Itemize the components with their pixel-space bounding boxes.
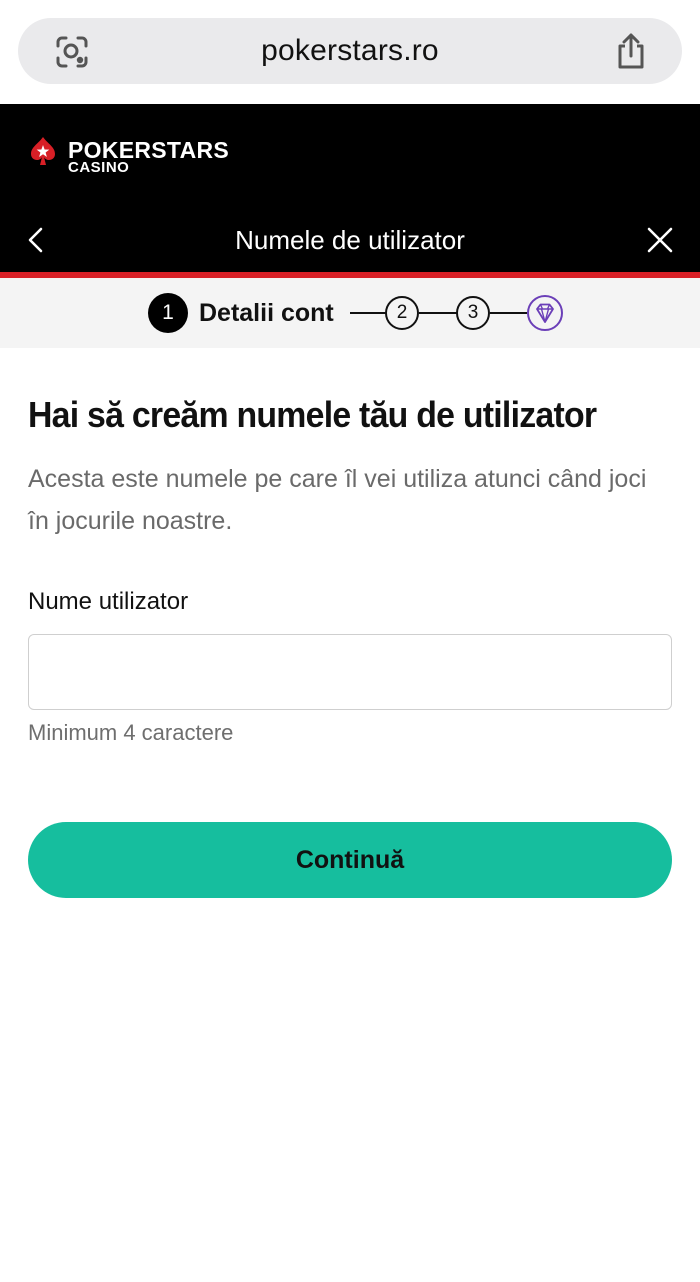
url-text[interactable]: pokerstars.ro [18, 18, 682, 84]
form-heading: Hai să creăm numele tău de utilizator [28, 394, 597, 435]
step-1-indicator: 1 [148, 293, 188, 333]
step-connector [419, 312, 457, 314]
step-2-indicator: 2 [385, 296, 419, 330]
site-header: POKERSTARS CASINO Numele de utilizator [0, 104, 700, 272]
username-label: Nume utilizator [28, 588, 189, 615]
continue-button[interactable]: Continuă [28, 822, 672, 898]
close-icon[interactable] [646, 226, 674, 254]
spade-star-logo-icon [31, 137, 55, 165]
progress-stepper: 1 Detalii cont 2 3 [0, 278, 700, 348]
step-1-label: Detalii cont [199, 299, 334, 327]
address-bar[interactable]: pokerstars.ro [18, 18, 682, 84]
browser-bar: pokerstars.ro [0, 0, 700, 104]
form-description: Acesta este numele pe care îl vei utiliz… [28, 465, 647, 535]
page: pokerstars.ro POKERSTARS CASINO Numele d… [0, 0, 700, 1282]
nav-row: Numele de utilizator [0, 208, 700, 272]
step-connector [350, 312, 386, 314]
logo-subtitle: CASINO [68, 159, 130, 176]
page-title: Numele de utilizator [235, 225, 465, 255]
username-input[interactable] [28, 634, 672, 710]
diamond-icon [527, 295, 563, 331]
step-connector [490, 312, 527, 314]
step-3-indicator: 3 [456, 296, 490, 330]
username-helper-text: Minimum 4 caractere [28, 720, 234, 745]
pokerstars-casino-logo[interactable]: POKERSTARS CASINO [28, 134, 248, 178]
share-icon[interactable] [614, 32, 648, 70]
